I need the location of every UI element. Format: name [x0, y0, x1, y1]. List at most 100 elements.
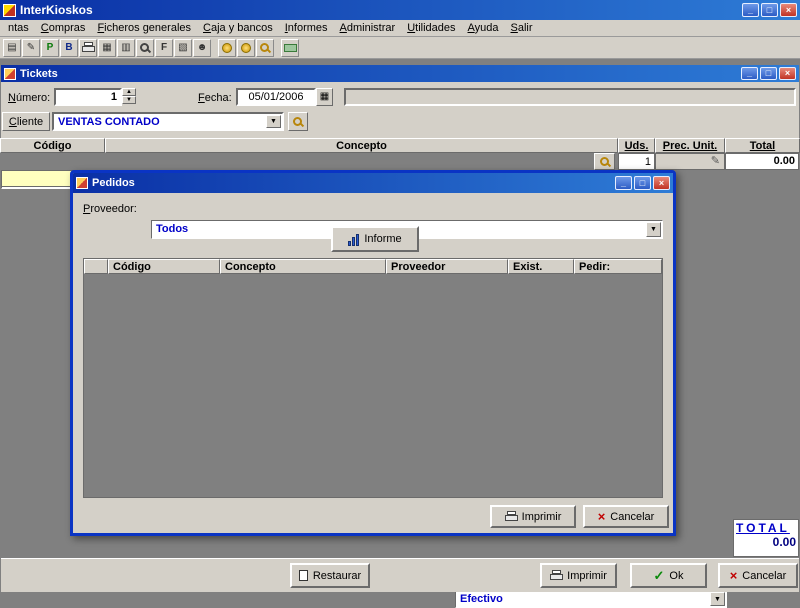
printer-icon	[550, 570, 564, 581]
pedidos-cancelar-label: Cancelar	[610, 510, 655, 523]
uds-input[interactable]	[618, 153, 655, 170]
pedidos-window-icon	[76, 177, 88, 189]
zoom-icon[interactable]	[256, 38, 274, 57]
total-label: TOTAL	[736, 521, 790, 535]
cliente-button[interactable]: Cliente	[2, 112, 50, 131]
menu-ayuda[interactable]: Ayuda	[462, 21, 505, 35]
informe-label: Informe	[364, 233, 402, 245]
payment-method-combo[interactable]: Efectivo ▼	[455, 590, 727, 608]
restore-icon	[298, 570, 308, 581]
cliente-label: Cliente	[8, 115, 44, 128]
clients-icon[interactable]: ☻	[193, 38, 211, 57]
main-titlebar: InterKioskos _ □ ×	[0, 0, 800, 20]
restaurar-button[interactable]: Restaurar	[290, 563, 370, 588]
notes-icon[interactable]: ▥	[117, 38, 135, 57]
col-rowmarker	[84, 259, 108, 274]
proveedor-value: Todos	[156, 223, 189, 235]
numero-spinner[interactable]: ▲ ▼	[122, 88, 136, 104]
pedidos-dialog: Pedidos _ □ × Proveedor: Todos ▼ Informe…	[70, 170, 676, 536]
imprimir-button[interactable]: Imprimir	[540, 563, 617, 588]
main-close-button[interactable]: ×	[780, 3, 797, 17]
col-codigo[interactable]: Código	[108, 259, 220, 274]
cancelar-label: Cancelar	[742, 569, 787, 582]
chevron-down-icon[interactable]: ▼	[646, 222, 661, 237]
col-concepto[interactable]: Concepto	[220, 259, 386, 274]
app-title: InterKioskos	[20, 3, 93, 17]
cancelar-button[interactable]: × Cancelar	[718, 563, 798, 588]
main-maximize-button[interactable]: □	[761, 3, 778, 17]
cliente-search-button[interactable]	[288, 112, 308, 131]
tickets-close-button[interactable]: ×	[779, 67, 796, 80]
coin2-icon[interactable]	[237, 38, 255, 57]
ok-button[interactable]: ✓ Ok	[630, 563, 707, 588]
menu-administrar[interactable]: Administrar	[334, 21, 402, 35]
col-proveedor[interactable]: Proveedor	[386, 259, 508, 274]
edit-document-icon[interactable]: ✎	[22, 38, 40, 57]
pedidos-titlebar: Pedidos _ □ ×	[73, 173, 673, 193]
cross-icon: ×	[729, 568, 738, 583]
menu-informes[interactable]: Informes	[279, 21, 334, 35]
fecha-input[interactable]	[236, 88, 316, 106]
printer-icon	[504, 511, 518, 522]
menu-ficheros-generales[interactable]: Ficheros generales	[91, 21, 197, 35]
bar-chart-icon	[348, 233, 360, 246]
search-icon[interactable]	[136, 38, 154, 57]
calendar-icon[interactable]: ▦	[316, 88, 333, 106]
pen-icon: ✎	[710, 155, 720, 167]
col-pedir[interactable]: Pedir:	[574, 259, 662, 274]
pedidos-minimize-button[interactable]: _	[615, 176, 632, 190]
spinner-down-icon[interactable]: ▼	[122, 96, 136, 104]
app-icon	[3, 3, 16, 17]
reports-icon[interactable]: ▧	[174, 38, 192, 57]
pedidos-imprimir-label: Imprimir	[521, 510, 562, 523]
total-box: TOTAL 0.00	[733, 519, 799, 557]
payment-method-value: Efectivo	[460, 593, 503, 605]
menu-utilidades[interactable]: Utilidades	[401, 21, 461, 35]
coin-icon[interactable]	[218, 38, 236, 57]
cross-icon: ×	[597, 509, 606, 524]
spinner-up-icon[interactable]: ▲	[122, 88, 136, 96]
numero-input[interactable]	[54, 88, 122, 106]
pedidos-cancelar-button[interactable]: × Cancelar	[583, 505, 669, 528]
col-codigo[interactable]: Código	[0, 138, 105, 153]
total-value: 0.00	[772, 535, 796, 549]
tickets-titlebar: Tickets _ □ ×	[1, 65, 799, 82]
col-total[interactable]: Total	[725, 138, 800, 153]
tickets-window-icon	[4, 67, 16, 80]
pedidos-close-button[interactable]: ×	[653, 176, 670, 190]
products-icon[interactable]: P	[41, 38, 59, 57]
calculator-icon[interactable]: ▦	[98, 38, 116, 57]
screen: { "colors": { "titlebar_start": "#0a2fa5…	[0, 0, 800, 608]
tickets-maximize-button[interactable]: □	[760, 67, 777, 80]
pedidos-maximize-button[interactable]: □	[634, 176, 651, 190]
info-field	[344, 88, 796, 106]
col-exist[interactable]: Exist.	[508, 259, 574, 274]
prec-unit-cell[interactable]: ✎	[655, 153, 725, 170]
main-minimize-button[interactable]: _	[742, 3, 759, 17]
col-prec-unit[interactable]: Prec. Unit.	[655, 138, 725, 153]
menu-salir[interactable]: Salir	[505, 21, 539, 35]
menu-ventas[interactable]: ntas	[2, 21, 35, 35]
imprimir-label: Imprimir	[567, 569, 607, 582]
pedidos-title: Pedidos	[92, 177, 135, 189]
search-icon	[599, 156, 611, 168]
menu-caja-y-bancos[interactable]: Caja y bancos	[197, 21, 279, 35]
numero-label: Número:	[8, 92, 51, 104]
money-icon[interactable]	[281, 38, 299, 57]
invoices-icon[interactable]: F	[155, 38, 173, 57]
informe-button[interactable]: Informe	[331, 226, 419, 252]
barcode-icon[interactable]: B	[60, 38, 78, 57]
fecha-label: Fecha:	[198, 92, 232, 104]
cliente-combo[interactable]: VENTAS CONTADO ▼	[52, 112, 284, 131]
concepto-search-button[interactable]	[594, 153, 615, 170]
col-concepto[interactable]: Concepto	[105, 138, 618, 153]
chevron-down-icon[interactable]: ▼	[266, 115, 281, 128]
col-uds[interactable]: Uds.	[618, 138, 655, 153]
ticket-icon[interactable]: ▤	[3, 38, 21, 57]
pedidos-imprimir-button[interactable]: Imprimir	[490, 505, 576, 528]
menu-compras[interactable]: Compras	[35, 21, 92, 35]
tickets-minimize-button[interactable]: _	[741, 67, 758, 80]
menubar: ntas Compras Ficheros generales Caja y b…	[0, 20, 800, 37]
printer-icon[interactable]	[79, 38, 97, 57]
chevron-down-icon[interactable]: ▼	[710, 592, 725, 606]
